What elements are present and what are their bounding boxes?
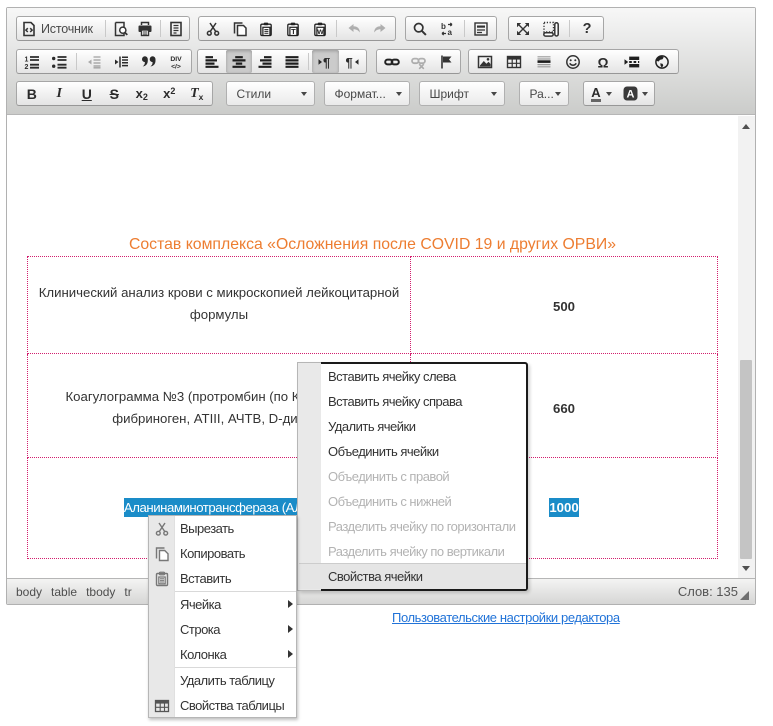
svg-text:A: A xyxy=(627,89,635,101)
